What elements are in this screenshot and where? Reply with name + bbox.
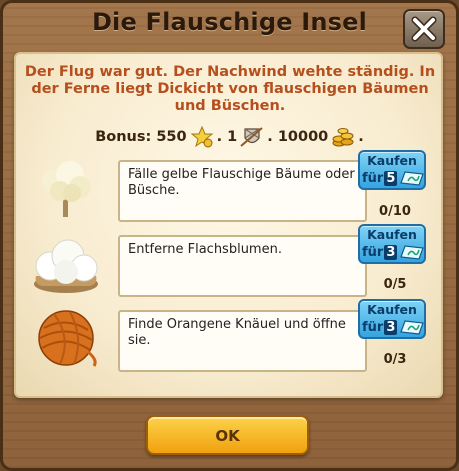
buy-prefix: für: [362, 245, 384, 260]
buy-button[interactable]: Kaufen für 3: [358, 224, 426, 264]
buy-button[interactable]: Kaufen für 5: [358, 150, 426, 190]
yarn-ball-icon: [38, 310, 97, 367]
buy-label: Kaufen: [367, 302, 417, 317]
buy-prefix: für: [362, 171, 384, 186]
close-icon: [411, 16, 437, 42]
task-text: Entferne Flachsblumen.: [128, 242, 282, 257]
bonus-item-count: . 1: [216, 129, 238, 145]
task-card: Fälle gelbe Flauschige Bäume oder Büsche…: [118, 160, 367, 222]
buy-label: Kaufen: [367, 153, 417, 168]
ok-label: OK: [215, 427, 240, 445]
buy-cost: 3: [384, 245, 398, 260]
task-card: Entferne Flachsblumen.: [118, 235, 367, 297]
shield-sword-icon: [240, 127, 263, 147]
ticket-icon: [400, 171, 424, 186]
bonus-xp: Bonus: 550: [95, 129, 187, 145]
bonus-row: Bonus: 550 . 1 . 10000 .: [0, 126, 459, 148]
task-progress: 0/5: [383, 277, 407, 292]
ok-button[interactable]: OK: [146, 415, 309, 455]
task-progress: 0/10: [379, 204, 411, 219]
ticket-icon: [400, 320, 424, 335]
dialog-title: Die Flauschige Insel: [91, 8, 368, 36]
ticket-icon: [400, 245, 424, 260]
close-button[interactable]: [403, 9, 445, 49]
flax-flower-icon: [34, 239, 98, 293]
gold-coins-icon: [332, 128, 354, 147]
buy-label: Kaufen: [367, 227, 417, 242]
buy-button[interactable]: Kaufen für 3: [358, 299, 426, 339]
task-text: Finde Orangene Knäuel und öffne sie.: [128, 317, 346, 348]
task-progress: 0/3: [383, 352, 407, 367]
buy-cost: 3: [384, 320, 398, 335]
task-card: Finde Orangene Knäuel und öffne sie.: [118, 310, 367, 372]
buy-cost: 5: [384, 171, 398, 186]
fluffy-tree-icon: [42, 161, 91, 217]
quest-story-text: Der Flug war gut. Der Nachwind wehte stä…: [24, 64, 436, 114]
buy-prefix: für: [362, 320, 384, 335]
bonus-end: .: [358, 129, 364, 145]
task-text: Fälle gelbe Flauschige Bäume oder Büsche…: [128, 167, 355, 198]
star-coins-icon: [190, 126, 213, 148]
bonus-coins: . 10000: [267, 129, 329, 145]
